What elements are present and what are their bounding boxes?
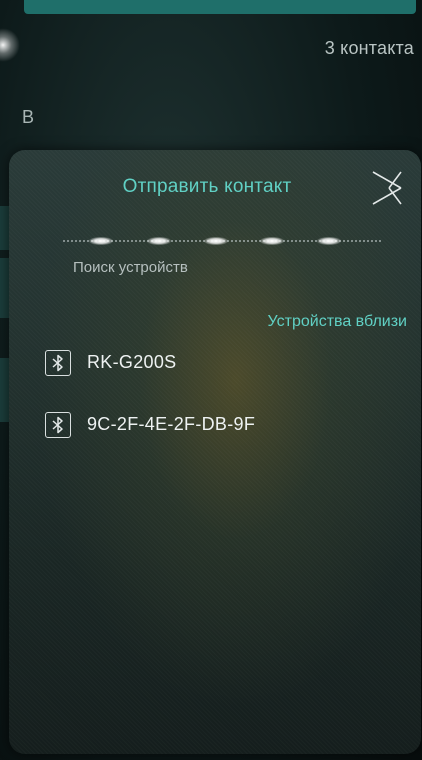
scan-dot — [204, 237, 228, 245]
nearby-devices-header: Устройства вблизи — [267, 313, 407, 330]
send-contact-dialog: Отправить контакт Поиск устройств Устрой… — [9, 150, 421, 754]
device-name: 9C-2F-4E-2F-DB-9F — [87, 414, 256, 434]
device-name: RK-G200S — [87, 352, 177, 372]
scan-dot — [89, 237, 113, 245]
edge-glow — [0, 28, 20, 62]
scan-dot — [317, 237, 341, 245]
scan-dot — [147, 237, 171, 245]
contacts-top-bar — [24, 0, 416, 14]
screen: 3 контакта В Отправить контакт Поиск уст… — [0, 0, 422, 760]
scanning-indicator — [63, 235, 383, 247]
bluetooth-icon — [45, 412, 71, 438]
scan-dot — [260, 237, 284, 245]
section-letter: В — [22, 107, 35, 127]
contact-count: 3 контакта — [324, 38, 414, 58]
close-button[interactable] — [365, 168, 405, 208]
device-item[interactable]: 9C-2F-4E-2F-DB-9F — [45, 410, 385, 444]
bluetooth-icon — [45, 350, 71, 376]
close-icon — [372, 171, 402, 205]
scan-status-label: Поиск устройств — [73, 259, 188, 276]
dialog-title: Отправить контакт — [122, 176, 292, 197]
device-item[interactable]: RK-G200S — [45, 348, 385, 382]
